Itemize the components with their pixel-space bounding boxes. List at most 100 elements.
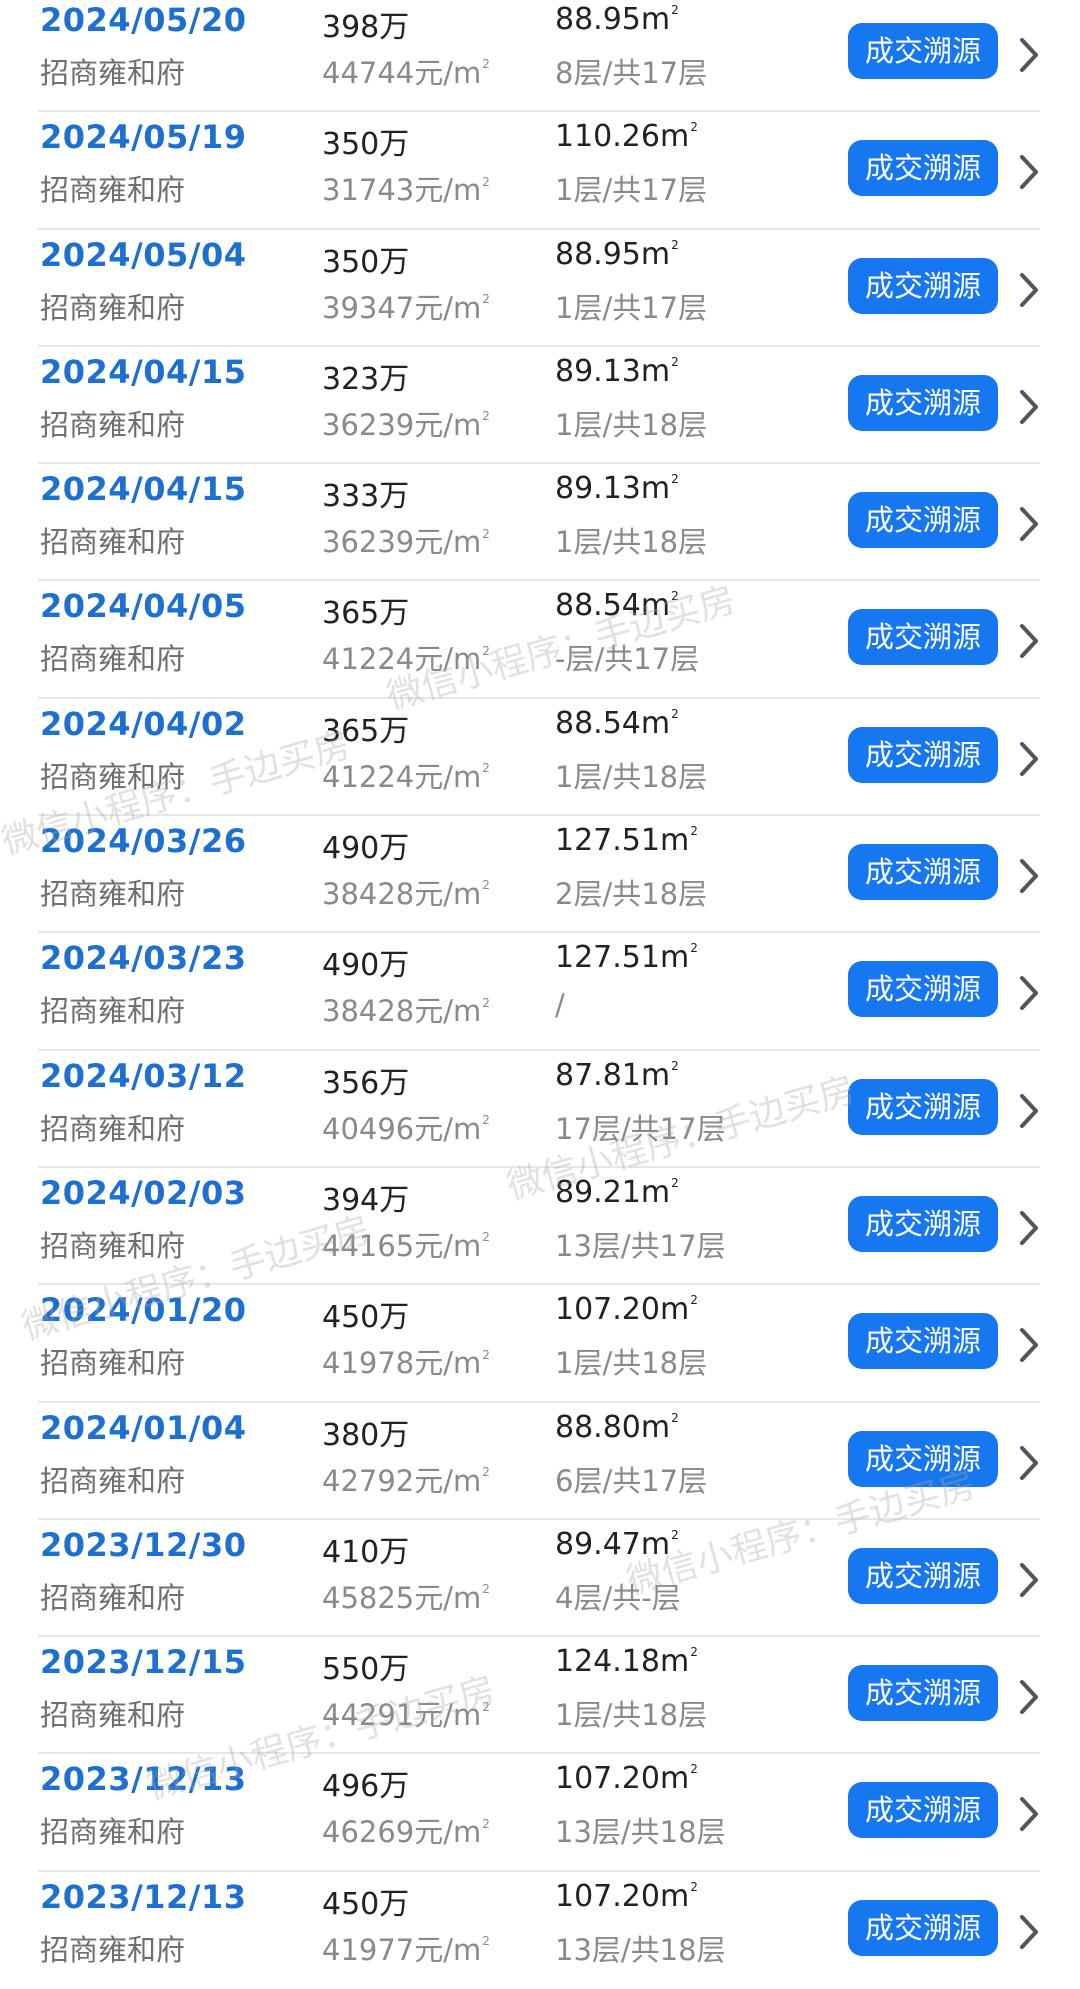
unit-price: 38428元/m2 (322, 877, 490, 912)
deal-record-row[interactable]: 2024/04/15 招商雍和府 323万 36239元/m2 89.13m2 … (0, 347, 1080, 465)
deal-date: 2024/04/15 (40, 470, 247, 509)
chevron-right-icon[interactable] (1014, 1677, 1044, 1717)
trace-deal-button[interactable]: 成交溯源 (848, 961, 998, 1018)
unit-price-superscript: 2 (482, 761, 490, 776)
area: 127.51m2 (555, 940, 698, 976)
unit-price: 45825元/m2 (322, 1580, 490, 1615)
total-price: 490万 (322, 831, 410, 867)
trace-deal-button[interactable]: 成交溯源 (848, 374, 998, 431)
chevron-right-icon[interactable] (1014, 739, 1044, 779)
trace-deal-button[interactable]: 成交溯源 (848, 1195, 998, 1252)
trace-deal-button[interactable]: 成交溯源 (848, 1430, 998, 1487)
community-name: 招商雍和府 (40, 173, 186, 208)
unit-price-superscript: 2 (482, 1464, 490, 1479)
chevron-right-icon[interactable] (1014, 1443, 1044, 1483)
deal-record-row[interactable]: 2024/05/04 招商雍和府 350万 39347元/m2 88.95m2 … (0, 230, 1080, 348)
unit-price-superscript: 2 (482, 174, 490, 189)
trace-deal-button[interactable]: 成交溯源 (848, 1782, 998, 1839)
trace-deal-button[interactable]: 成交溯源 (848, 140, 998, 197)
community-name: 招商雍和府 (40, 290, 186, 325)
trace-deal-button[interactable]: 成交溯源 (848, 492, 998, 549)
chevron-right-icon[interactable] (1014, 856, 1044, 896)
unit-price-superscript: 2 (482, 995, 490, 1010)
trace-deal-button[interactable]: 成交溯源 (848, 23, 998, 79)
chevron-right-icon[interactable] (1014, 1091, 1044, 1131)
unit-price: 38428元/m2 (322, 994, 490, 1029)
deal-record-row[interactable]: 2024/05/19 招商雍和府 350万 31743元/m2 110.26m2… (0, 112, 1080, 230)
area: 89.13m2 (555, 353, 679, 389)
trace-deal-button[interactable]: 成交溯源 (848, 1665, 998, 1722)
floor-info: / (555, 988, 565, 1023)
area: 88.54m2 (555, 705, 679, 741)
trace-deal-button[interactable]: 成交溯源 (848, 1078, 998, 1135)
chevron-right-icon[interactable] (1014, 1325, 1044, 1365)
chevron-right-icon[interactable] (1014, 387, 1044, 427)
chevron-right-icon[interactable] (1014, 1560, 1044, 1600)
community-name: 招商雍和府 (40, 1228, 186, 1263)
chevron-right-icon[interactable] (1014, 152, 1044, 192)
unit-price: 39347元/m2 (322, 290, 490, 325)
deal-record-row[interactable]: 2024/01/20 招商雍和府 450万 41978元/m2 107.20m2… (0, 1285, 1080, 1403)
area: 107.20m2 (555, 1292, 698, 1328)
deal-record-row[interactable]: 2023/12/15 招商雍和府 550万 44291元/m2 124.18m2… (0, 1637, 1080, 1755)
area: 107.20m2 (555, 1878, 698, 1914)
chevron-right-icon[interactable] (1014, 1794, 1044, 1834)
chevron-right-icon[interactable] (1014, 621, 1044, 661)
deal-record-row[interactable]: 2024/04/15 招商雍和府 333万 36239元/m2 89.13m2 … (0, 464, 1080, 582)
trace-deal-button[interactable]: 成交溯源 (848, 844, 998, 901)
total-price: 365万 (322, 596, 410, 632)
trace-deal-button[interactable]: 成交溯源 (848, 1899, 998, 1956)
trace-deal-button[interactable]: 成交溯源 (848, 726, 998, 783)
area-superscript: 2 (690, 1879, 698, 1894)
chevron-right-icon[interactable] (1014, 973, 1044, 1013)
area-superscript: 2 (690, 120, 698, 135)
floor-info: 1层/共18层 (555, 1346, 708, 1381)
total-price: 333万 (322, 479, 410, 515)
deal-record-row[interactable]: 2024/04/02 招商雍和府 365万 41224元/m2 88.54m2 … (0, 699, 1080, 817)
chevron-right-icon[interactable] (1014, 504, 1044, 544)
community-name: 招商雍和府 (40, 642, 186, 677)
deal-record-row[interactable]: 2024/03/26 招商雍和府 490万 38428元/m2 127.51m2… (0, 816, 1080, 934)
deal-date: 2024/03/26 (40, 822, 247, 861)
community-name: 招商雍和府 (40, 759, 186, 794)
area: 88.80m2 (555, 1409, 679, 1445)
chevron-right-icon[interactable] (1014, 1208, 1044, 1248)
trace-deal-button[interactable]: 成交溯源 (848, 609, 998, 666)
deal-record-row[interactable]: 2023/12/13 招商雍和府 496万 46269元/m2 107.20m2… (0, 1754, 1080, 1873)
floor-info: 17层/共17层 (555, 1111, 726, 1146)
trace-deal-button[interactable]: 成交溯源 (848, 1313, 998, 1370)
chevron-right-icon[interactable] (1014, 35, 1044, 75)
deal-record-row[interactable]: 2024/01/04 招商雍和府 380万 42792元/m2 88.80m2 … (0, 1403, 1080, 1521)
deal-record-row[interactable]: 2024/05/20 招商雍和府 398万 44744元/m2 88.95m2 … (0, 0, 1080, 113)
total-price: 450万 (322, 1300, 410, 1336)
total-price: 410万 (322, 1534, 410, 1570)
deal-record-list: 2024/05/20 招商雍和府 398万 44744元/m2 88.95m2 … (0, 0, 1080, 1989)
floor-info: 1层/共17层 (555, 173, 708, 208)
unit-price: 41224元/m2 (322, 759, 490, 794)
chevron-right-icon[interactable] (1014, 270, 1044, 310)
deal-record-row[interactable]: 2024/04/05 招商雍和府 365万 41224元/m2 88.54m2 … (0, 581, 1080, 700)
area: 89.21m2 (555, 1174, 679, 1210)
deal-date: 2024/04/05 (40, 587, 247, 626)
unit-price-superscript: 2 (482, 57, 490, 72)
deal-record-row[interactable]: 2024/03/23 招商雍和府 490万 38428元/m2 127.51m2… (0, 933, 1080, 1051)
chevron-right-icon[interactable] (1014, 1912, 1044, 1952)
trace-deal-button[interactable]: 成交溯源 (848, 257, 998, 314)
trace-deal-button[interactable]: 成交溯源 (848, 1547, 998, 1604)
floor-info: 1层/共18层 (555, 407, 708, 442)
total-price: 350万 (322, 127, 410, 163)
area-superscript: 2 (690, 1293, 698, 1308)
unit-price: 40496元/m2 (322, 1111, 490, 1146)
area-superscript: 2 (671, 354, 679, 369)
area-superscript: 2 (671, 1527, 679, 1542)
unit-price: 36239元/m2 (322, 407, 490, 442)
floor-info: 13层/共17层 (555, 1228, 726, 1263)
deal-record-row[interactable]: 2023/12/13 招商雍和府 450万 41977元/m2 107.20m2… (0, 1872, 1080, 1989)
deal-record-row[interactable]: 2024/02/03 招商雍和府 394万 44165元/m2 89.21m2 … (0, 1168, 1080, 1286)
total-price: 323万 (322, 361, 410, 397)
unit-price: 44291元/m2 (322, 1698, 490, 1733)
deal-record-row[interactable]: 2023/12/30 招商雍和府 410万 45825元/m2 89.47m2 … (0, 1520, 1080, 1638)
area-superscript: 2 (671, 1058, 679, 1073)
floor-info: 6层/共17层 (555, 1463, 708, 1498)
deal-record-row[interactable]: 2024/03/12 招商雍和府 356万 40496元/m2 87.81m2 … (0, 1051, 1080, 1169)
